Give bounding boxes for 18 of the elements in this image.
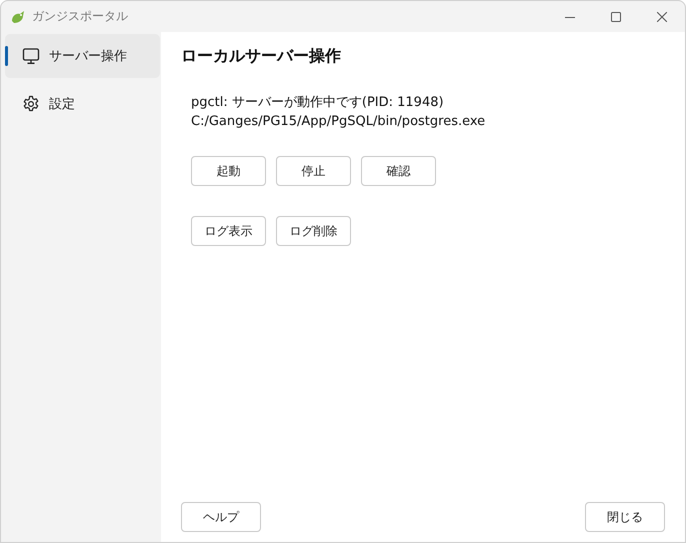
app-logo-icon [10,8,26,24]
action-button[interactable]: ログ表示 [191,216,266,246]
sidebar-item[interactable]: サーバー操作 [5,34,160,78]
help-button[interactable]: ヘルプ [181,502,261,532]
close-icon[interactable] [657,12,667,22]
maximize-icon[interactable] [611,12,621,22]
action-button[interactable]: ログ削除 [276,216,351,246]
status-text: pgctl: サーバーが動作中です(PID: 11948) [191,94,445,112]
sidebar-item[interactable]: 設定 [5,82,160,126]
page-heading: ローカルサーバー操作 [181,46,342,67]
settings-icon [22,95,40,113]
window-title: ガンジスポータル [32,8,128,25]
close-button[interactable]: 閉じる [585,502,665,532]
action-button[interactable]: 起動 [191,156,266,186]
action-button[interactable]: 確認 [361,156,436,186]
action-button[interactable]: 停止 [276,156,351,186]
monitor-icon [22,47,40,65]
status-text: C:/Ganges/PG15/App/PgSQL/bin/postgres.exe [191,113,486,131]
